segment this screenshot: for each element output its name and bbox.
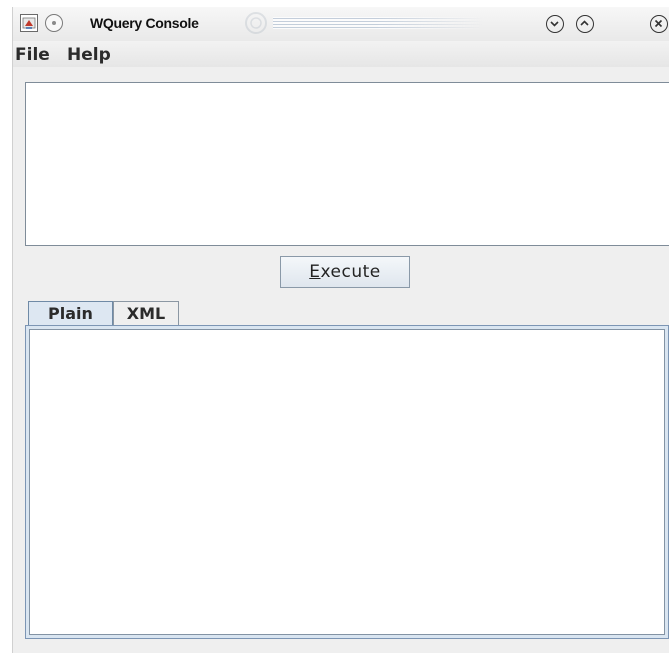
sticky-icon[interactable] bbox=[45, 14, 63, 32]
execute-label: xecute bbox=[320, 262, 381, 282]
menu-help[interactable]: Help bbox=[67, 45, 111, 65]
execute-button[interactable]: Execute bbox=[280, 256, 410, 288]
close-icon[interactable] bbox=[650, 15, 668, 33]
tab-xml[interactable]: XML bbox=[113, 301, 179, 325]
menu-file[interactable]: File bbox=[15, 45, 50, 65]
app-window: WQuery Console File Help Execute Plain X… bbox=[12, 7, 669, 653]
chevron-up-icon[interactable] bbox=[576, 15, 594, 33]
title-bar[interactable]: WQuery Console bbox=[13, 7, 669, 41]
query-input[interactable] bbox=[25, 82, 669, 246]
chevron-down-icon[interactable] bbox=[546, 15, 564, 33]
tab-panel bbox=[25, 325, 669, 639]
tab-plain[interactable]: Plain bbox=[28, 301, 113, 325]
execute-mnemonic: E bbox=[309, 262, 321, 282]
java-icon[interactable] bbox=[20, 14, 38, 32]
window-title: WQuery Console bbox=[90, 15, 199, 31]
output-area[interactable] bbox=[29, 329, 665, 635]
title-decoration bbox=[243, 10, 269, 36]
menu-bar: File Help bbox=[13, 41, 669, 67]
title-decoration-lines bbox=[273, 17, 483, 29]
